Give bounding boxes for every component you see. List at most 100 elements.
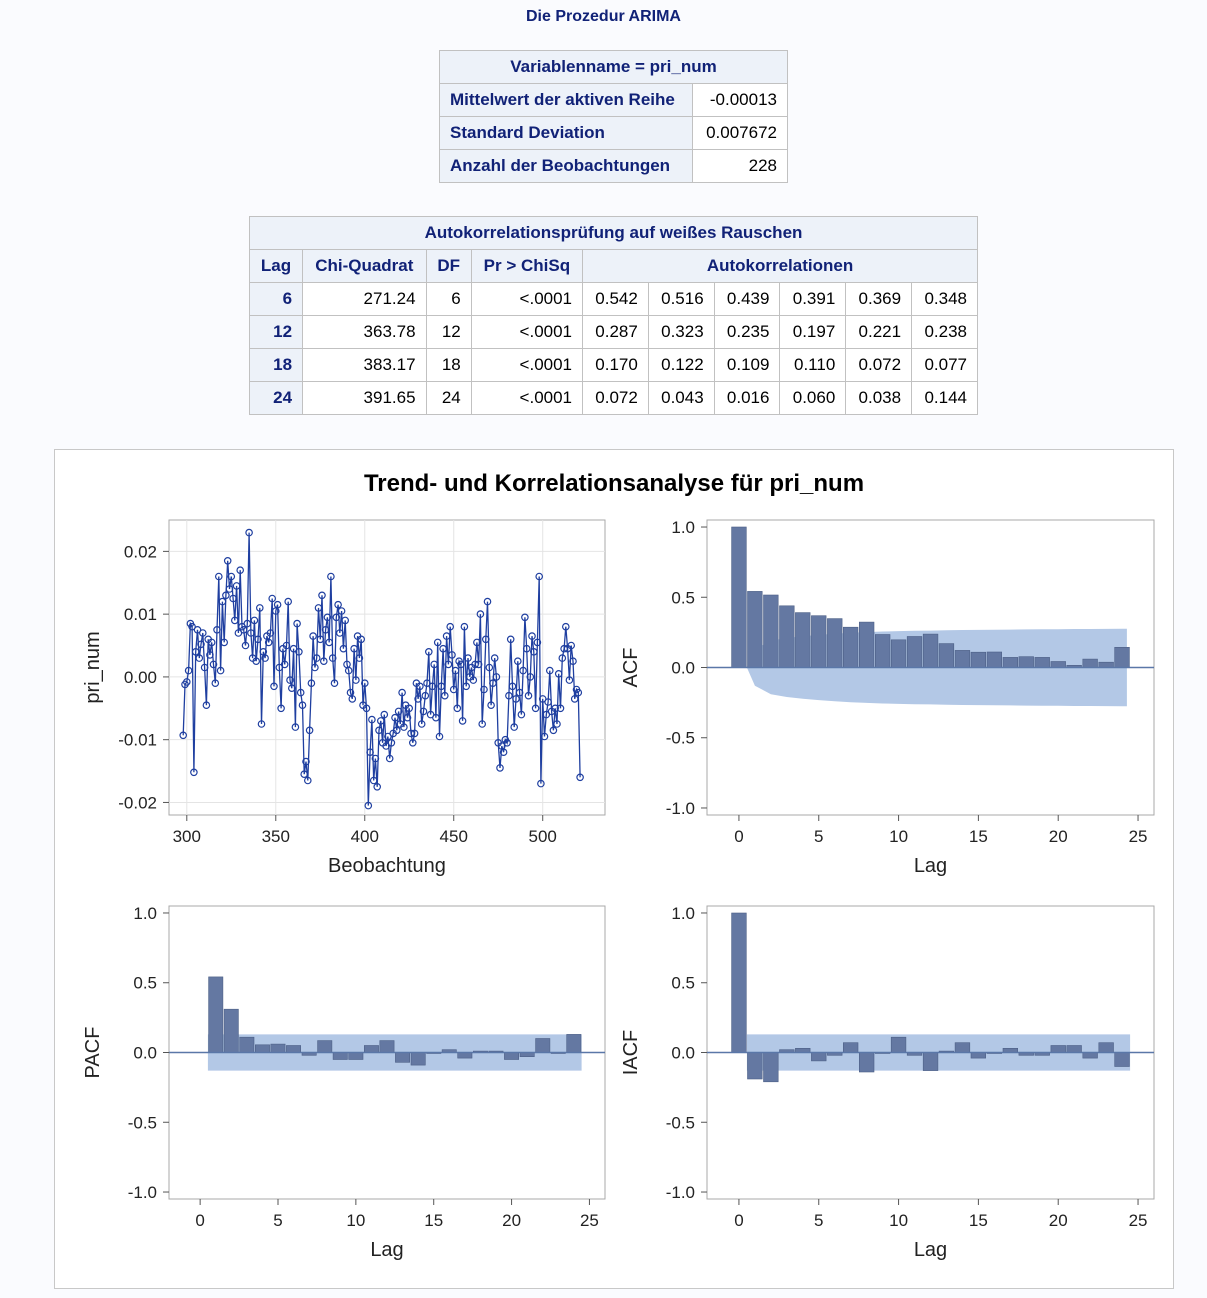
row-value: 228	[692, 149, 788, 183]
correlation-bar	[1034, 657, 1050, 668]
x-tick-label: 400	[351, 827, 379, 846]
x-tick-label: 25	[580, 1211, 599, 1230]
autocorrelation-cell: 0.235	[713, 315, 781, 349]
autocorrelation-cell: 0.072	[582, 381, 649, 415]
column-header-chisq: Chi-Quadrat	[302, 249, 427, 283]
x-tick-label: 300	[173, 827, 201, 846]
correlation-bar	[970, 1052, 986, 1059]
df-cell: 6	[425, 282, 472, 316]
autocorrelation-cell: 0.542	[582, 282, 649, 316]
correlation-bar	[954, 1042, 971, 1053]
column-header-autocorrelations: Autokorrelationen	[582, 249, 978, 283]
correlation-bar	[954, 650, 971, 668]
autocorrelation-cell: 0.038	[845, 381, 913, 415]
correlation-bar	[535, 1038, 551, 1053]
column-header-p: Pr > ChiSq	[470, 249, 584, 283]
y-axis-label: PACF	[82, 1027, 104, 1079]
correlation-bar	[270, 1043, 286, 1053]
y-tick-label: 1.0	[671, 518, 695, 537]
y-tick-label: 0.0	[671, 659, 695, 678]
x-tick-label: 10	[889, 827, 908, 846]
correlation-bar	[938, 643, 955, 668]
correlation-bar	[1002, 657, 1018, 668]
correlation-bar	[842, 1042, 859, 1053]
correlation-bar	[395, 1052, 410, 1063]
x-axis-label: Beobachtung	[328, 855, 446, 877]
x-tick-label: 0	[734, 827, 743, 846]
x-axis-label: Lag	[370, 1239, 403, 1261]
autocorrelation-cell: 0.323	[647, 315, 715, 349]
correlation-bar	[379, 1040, 395, 1053]
y-tick-label: 1.0	[133, 904, 157, 923]
x-tick-label: 500	[529, 827, 557, 846]
x-tick-label: 25	[1129, 1211, 1148, 1230]
correlation-bar	[922, 633, 939, 668]
row-label: Anzahl der Beobachtungen	[438, 149, 694, 183]
x-tick-label: 15	[969, 827, 988, 846]
correlation-bar	[747, 1052, 763, 1080]
table-header: Variablenname = pri_num	[439, 50, 788, 84]
x-tick-label: 5	[814, 827, 823, 846]
table-title: Autokorrelationsprüfung auf weißes Rausc…	[249, 216, 978, 250]
correlation-bar	[842, 626, 859, 668]
correlation-bar	[457, 1052, 473, 1059]
correlation-bar	[410, 1052, 426, 1066]
correlation-bar	[763, 594, 779, 668]
x-axis-label: Lag	[914, 855, 947, 877]
autocorrelation-cell: 0.060	[779, 381, 847, 415]
trend-correlation-figure: Trend- und Korrelationsanalyse für pri_n…	[54, 449, 1174, 1289]
correlation-bar	[504, 1052, 519, 1060]
y-tick-label: -0.5	[128, 1113, 157, 1132]
column-header-df: DF	[425, 249, 472, 283]
autocorrelation-cell: 0.077	[911, 348, 978, 382]
figure-panels: 0.020.010.00-0.01-0.02300 350 400 450 500Beo…	[82, 518, 1155, 1261]
correlation-bar	[795, 612, 811, 668]
x-tick-label: 15	[969, 1211, 988, 1230]
x-tick-label: 10	[346, 1211, 365, 1230]
whitenoise-table: Autokorrelationsprüfung auf weißes Rausc…	[248, 216, 978, 415]
correlation-bar	[1098, 661, 1114, 668]
pvalue-cell: <.0001	[470, 315, 584, 349]
y-tick-label: 1.0	[671, 904, 695, 923]
correlation-bar	[332, 1052, 348, 1060]
correlation-bar	[747, 591, 763, 668]
y-tick-label: 0.02	[124, 542, 157, 561]
autocorrelation-cell: 0.238	[911, 315, 978, 349]
correlation-bar	[731, 526, 747, 668]
y-tick-label: -1.0	[666, 1183, 695, 1202]
x-tick-label: 0	[734, 1211, 743, 1230]
correlation-bar	[1066, 1045, 1082, 1053]
correlation-bar	[1114, 1052, 1130, 1067]
autocorrelation-cell: 0.197	[779, 315, 847, 349]
df-cell: 12	[425, 315, 472, 349]
row-label: Mittelwert der aktiven Reihe	[438, 83, 694, 117]
y-axis-label: pri_num	[82, 631, 104, 703]
correlation-bar	[874, 634, 891, 668]
correlation-bar	[922, 1052, 939, 1071]
df-cell: 18	[425, 348, 472, 382]
correlation-bar	[1082, 658, 1098, 668]
pvalue-cell: <.0001	[470, 282, 584, 316]
correlation-bar	[731, 912, 747, 1053]
table-row: 12 363.78 12 <.0001 0.287 0.323 0.235 0.197 0.22…	[248, 315, 978, 349]
autocorrelation-cell: 0.109	[713, 348, 781, 382]
row-value: 0.007672	[692, 116, 788, 150]
variable-summary-table: Variablenname = pri_num Mittelwert der a…	[438, 50, 788, 183]
y-axis-label: ACF	[620, 648, 642, 688]
autocorrelation-cell: 0.072	[845, 348, 913, 382]
y-tick-label: 0.5	[671, 974, 695, 993]
chisq-cell: 391.65	[302, 381, 427, 415]
y-tick-label: 0.0	[671, 1044, 695, 1063]
autocorrelation-cell: 0.369	[845, 282, 913, 316]
x-tick-label: 15	[424, 1211, 443, 1230]
autocorrelation-cell: 0.221	[845, 315, 913, 349]
autocorrelation-cell: 0.144	[911, 381, 978, 415]
table-row: 18 383.17 18 <.0001 0.170 0.122 0.109 0.110 0.07…	[248, 348, 978, 382]
y-tick-label: 0.0	[133, 1044, 157, 1063]
correlation-bar	[348, 1052, 364, 1060]
lag-cell: 18	[248, 348, 304, 382]
correlation-bar	[317, 1040, 333, 1053]
correlation-bar	[811, 1052, 827, 1062]
pvalue-cell: <.0001	[470, 348, 584, 382]
correlation-bar	[890, 639, 907, 668]
